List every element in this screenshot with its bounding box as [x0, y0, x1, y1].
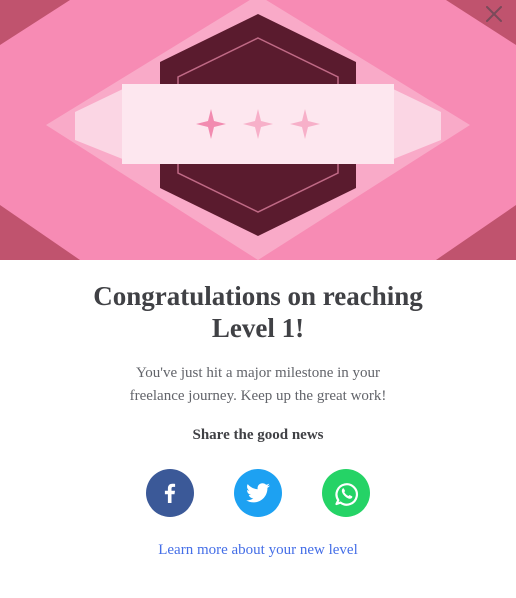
- level-badge-banner: [0, 0, 516, 260]
- level-badge-illustration: [0, 0, 516, 260]
- share-heading: Share the good news: [192, 427, 324, 443]
- modal-title: Congratulations on reaching Level 1!: [93, 281, 423, 343]
- modal-subtitle: You've just hit a major milestone in you…: [129, 365, 387, 404]
- twitter-share-button[interactable]: [234, 469, 282, 517]
- share-buttons: [0, 469, 516, 517]
- learn-more-link[interactable]: Learn more about your new level: [158, 542, 358, 559]
- close-icon: [486, 6, 502, 22]
- whatsapp-share-button[interactable]: [322, 469, 370, 517]
- level-up-modal: Congratulations on reaching Level 1! You…: [0, 0, 516, 598]
- close-button[interactable]: [482, 2, 506, 26]
- modal-content: Congratulations on reaching Level 1! You…: [0, 260, 516, 559]
- facebook-icon: [164, 483, 176, 503]
- twitter-icon: [246, 483, 270, 503]
- whatsapp-icon: [335, 483, 358, 506]
- facebook-share-button[interactable]: [146, 469, 194, 517]
